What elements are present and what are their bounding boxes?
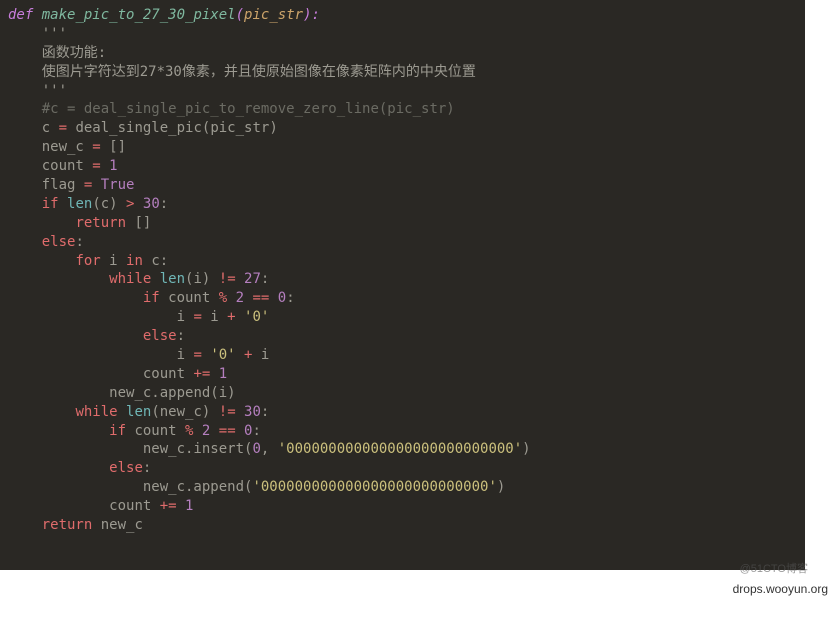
doc-line1: 函数功能: [42,45,106,61]
source-text: drops.wooyun.org [733,582,828,596]
func-name: make_pic_to_27_30_pixel [42,7,236,23]
watermark-text: @51CTO博客 [740,560,808,576]
comment: #c = deal_single_pic_to_remove_zero_line… [42,101,455,117]
code-block: def make_pic_to_27_30_pixel(pic_str): ''… [0,0,805,570]
code-content: def make_pic_to_27_30_pixel(pic_str): ''… [8,6,797,535]
doc-line2: 使图片字符达到27*30像素，并且使原始图像在像素矩阵内的中央位置 [42,64,476,80]
def-keyword: def [8,7,33,23]
